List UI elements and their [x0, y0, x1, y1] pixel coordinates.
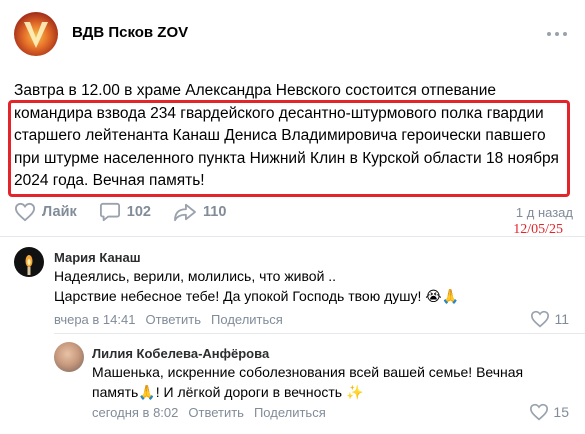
share-comment-button[interactable]: Поделиться	[211, 312, 283, 327]
divider	[54, 333, 585, 334]
comment-text-line: Царствие небесное тебе! Да упокой Господ…	[54, 288, 460, 304]
comment-text: Машенька, искренние соболезнования всей …	[92, 362, 523, 402]
avatar[interactable]	[14, 247, 44, 277]
share-comment-button[interactable]: Поделиться	[254, 405, 326, 420]
more-icon[interactable]	[547, 30, 567, 38]
comment-meta: вчера в 14:41 Ответить Поделиться	[54, 312, 283, 327]
comment-button[interactable]: 102	[99, 202, 151, 222]
group-logo-icon	[24, 22, 48, 48]
group-name[interactable]: ВДВ Псков ZOV	[72, 24, 188, 41]
comment-like-button[interactable]: 15	[529, 403, 569, 421]
comment-like-count: 15	[553, 404, 569, 420]
reply-button[interactable]: Ответить	[145, 312, 201, 327]
comment-like-count: 11	[554, 311, 569, 327]
post-time[interactable]: 1 д назад	[516, 205, 573, 220]
heart-icon	[531, 310, 550, 328]
avatar[interactable]	[54, 342, 84, 372]
comment-meta: сегодня в 8:02 Ответить Поделиться	[92, 405, 326, 420]
comment-text-line: память🙏! И лёгкой дороги в вечность ✨	[92, 384, 364, 400]
heart-icon	[14, 202, 36, 222]
share-icon	[174, 203, 196, 222]
comments-count: 102	[126, 204, 151, 220]
heart-icon	[530, 403, 549, 421]
divider	[0, 236, 585, 237]
like-label: Лайк	[42, 204, 77, 220]
comment-time[interactable]: сегодня в 8:02	[92, 405, 178, 420]
comment-text-line: Машенька, искренние соболезнования всей …	[92, 364, 524, 380]
comment-like-button[interactable]: 11	[530, 310, 569, 328]
group-avatar[interactable]	[14, 12, 58, 56]
highlight-annotation	[8, 100, 570, 197]
comment-author[interactable]: Мария Канаш	[54, 250, 141, 265]
comment-time[interactable]: вчера в 14:41	[54, 312, 135, 327]
comment-text-line: Надеялись, верили, молились, что живой .…	[54, 268, 337, 284]
comment-text: Надеялись, верили, молились, что живой .…	[54, 266, 459, 306]
comment-author[interactable]: Лилия Кобелева-Анфёрова	[92, 346, 269, 361]
share-button[interactable]: 110	[173, 202, 226, 222]
like-button[interactable]: Лайк	[14, 202, 77, 222]
post-actions: Лайк 102 110	[14, 201, 248, 223]
candle-icon	[25, 255, 33, 275]
reply-button[interactable]: Ответить	[188, 405, 244, 420]
shares-count: 110	[202, 204, 227, 220]
comment-icon	[99, 202, 120, 222]
